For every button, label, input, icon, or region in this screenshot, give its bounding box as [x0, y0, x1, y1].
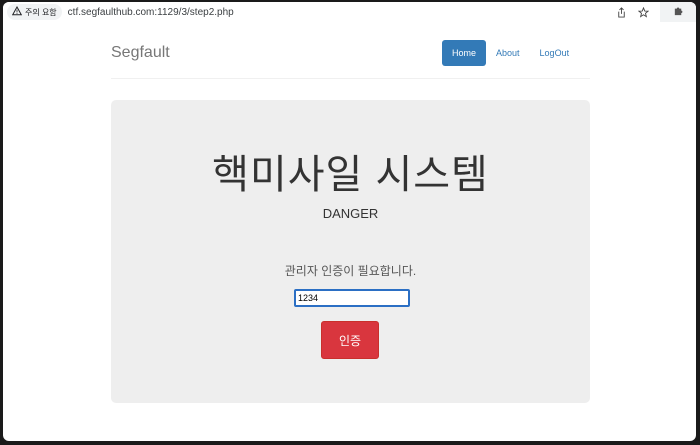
address-bar-actions	[610, 2, 696, 22]
star-icon[interactable]	[632, 2, 654, 22]
extension-icon	[673, 3, 684, 21]
brand-logo[interactable]: Segfault	[111, 44, 170, 62]
nav-logout[interactable]: LogOut	[530, 40, 580, 66]
address-bar[interactable]: 주의 요함 ctf.segfaulthub.com:1129/3/step2.p…	[3, 2, 696, 22]
warning-icon	[11, 5, 23, 18]
auth-code-input[interactable]	[294, 289, 410, 307]
nav-about[interactable]: About	[486, 40, 530, 66]
security-label: 주의 요함	[25, 7, 57, 17]
jumbotron: 핵미사일 시스템 DANGER 관리자 인증이 필요합니다. 인증	[111, 100, 590, 403]
nav-menu: Home About LogOut	[442, 40, 579, 66]
share-icon[interactable]	[610, 2, 632, 22]
navbar-divider	[111, 78, 590, 79]
browser-window: 주의 요함 ctf.segfaulthub.com:1129/3/step2.p…	[3, 2, 696, 441]
page-title: 핵미사일 시스템	[212, 153, 489, 197]
security-chip[interactable]: 주의 요함	[7, 4, 62, 20]
extensions-button[interactable]	[660, 2, 696, 22]
page-subtitle: DANGER	[322, 206, 379, 221]
site-navbar: Segfault Home About LogOut	[3, 22, 696, 80]
url-text[interactable]: ctf.segfaulthub.com:1129/3/step2.php	[68, 7, 234, 18]
auth-button[interactable]: 인증	[321, 321, 379, 359]
nav-home[interactable]: Home	[442, 40, 487, 66]
auth-prompt: 관리자 인증이 필요합니다.	[284, 264, 417, 278]
